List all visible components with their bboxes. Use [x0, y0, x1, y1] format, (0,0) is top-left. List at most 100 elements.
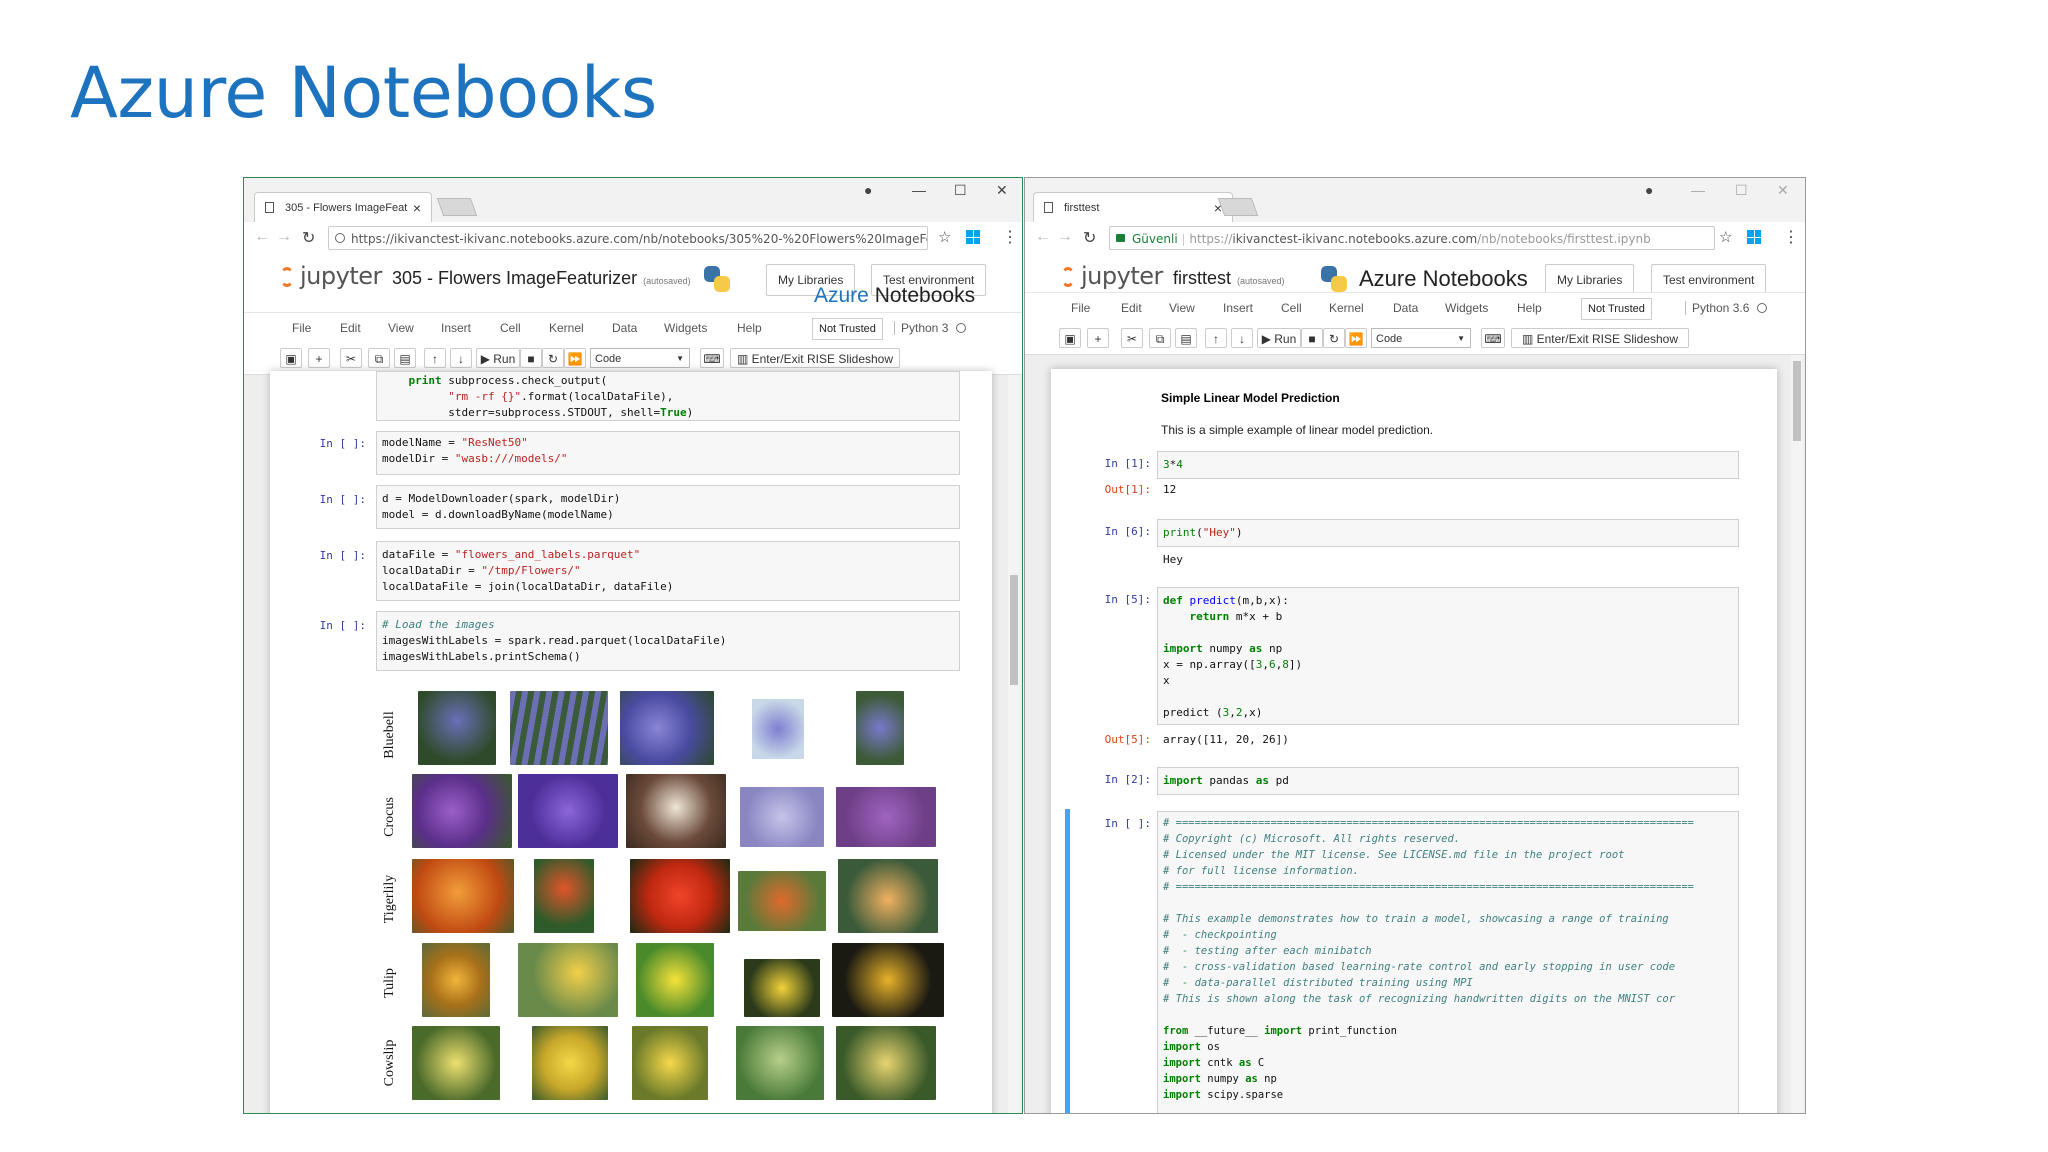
menu-help[interactable]: Help — [737, 321, 762, 335]
browser-tab[interactable]: 305 - Flowers ImageFeat × — [254, 192, 432, 222]
rise-slideshow-button[interactable]: ▥ Enter/Exit RISE Slideshow — [1511, 328, 1689, 348]
scrollbar[interactable] — [1791, 355, 1803, 1113]
menu-insert[interactable]: Insert — [441, 321, 471, 335]
flower-photo — [752, 699, 804, 759]
menu-edit[interactable]: Edit — [340, 321, 361, 335]
stop-icon[interactable]: ■ — [1301, 328, 1323, 348]
menu-data[interactable]: Data — [612, 321, 637, 335]
menu-help[interactable]: Help — [1517, 301, 1542, 315]
new-tab-button[interactable] — [436, 198, 478, 216]
menu-kebab-icon[interactable]: ⋮ — [1002, 227, 1018, 247]
browser-tab[interactable]: firsttest × — [1033, 192, 1233, 222]
jupyter-logo[interactable]: jupyter — [1061, 262, 1163, 290]
not-trusted-badge[interactable]: Not Trusted — [1581, 298, 1652, 320]
restart-icon[interactable]: ↻ — [1323, 328, 1345, 348]
not-trusted-badge[interactable]: Not Trusted — [812, 318, 883, 340]
browser-window-left: 305 - Flowers ImageFeat × ● — ☐ ✕ ← → ↻ … — [243, 177, 1023, 1114]
menu-bar: File Edit View Insert Cell Kernel Data W… — [1025, 292, 1805, 324]
menu-cell[interactable]: Cell — [1281, 301, 1302, 315]
code-cell[interactable] — [1157, 451, 1739, 479]
keyboard-icon[interactable]: ⌨ — [700, 348, 724, 368]
cut-icon[interactable]: ✂ — [1121, 328, 1143, 348]
run-button[interactable]: ▶ Run — [1257, 328, 1301, 348]
stop-icon[interactable]: ■ — [520, 348, 542, 368]
menu-file[interactable]: File — [1071, 301, 1090, 315]
notebook-page: print subprocess.check_output( "rm -rf {… — [270, 371, 992, 1113]
new-tab-button[interactable] — [1217, 198, 1259, 216]
fast-forward-icon[interactable]: ⏩ — [564, 348, 586, 368]
run-button[interactable]: ▶ Run — [476, 348, 520, 368]
windows-extension-icon[interactable] — [1747, 230, 1761, 244]
windows-extension-icon[interactable] — [966, 230, 980, 244]
menu-kernel[interactable]: Kernel — [549, 321, 584, 335]
address-bar[interactable]: Güvenli | https://ikivanctest-ikivanc.no… — [1109, 226, 1715, 250]
bookmark-star-icon[interactable]: ☆ — [1719, 228, 1732, 246]
flower-label-cowslip: Cowslip — [382, 1039, 397, 1087]
forward-icon[interactable]: → — [276, 228, 292, 246]
copy-icon[interactable]: ⧉ — [1149, 328, 1171, 348]
move-down-icon[interactable]: ↓ — [1231, 328, 1253, 348]
account-icon[interactable]: ● — [864, 182, 872, 198]
info-icon — [335, 233, 345, 243]
close-window-icon[interactable]: ✕ — [1777, 182, 1789, 199]
menu-view[interactable]: View — [388, 321, 414, 335]
paste-icon[interactable]: ▤ — [1175, 328, 1197, 348]
rise-slideshow-button[interactable]: ▥ Enter/Exit RISE Slideshow — [730, 348, 900, 368]
jupyter-logo-icon — [280, 267, 294, 287]
paste-icon[interactable]: ▤ — [394, 348, 416, 368]
bookmark-star-icon[interactable]: ☆ — [938, 228, 951, 246]
keyboard-icon[interactable]: ⌨ — [1481, 328, 1505, 348]
menu-cell[interactable]: Cell — [500, 321, 521, 335]
cell-type-select[interactable]: Code ▼ — [590, 348, 690, 368]
scrollbar-thumb[interactable] — [1010, 575, 1018, 685]
copy-icon[interactable]: ⧉ — [368, 348, 390, 368]
document-icon — [1044, 202, 1053, 213]
menu-file[interactable]: File — [292, 321, 311, 335]
forward-icon[interactable]: → — [1057, 228, 1073, 246]
menu-kebab-icon[interactable]: ⋮ — [1783, 227, 1799, 247]
secure-label: Güvenli — [1132, 232, 1178, 246]
python-logo-icon — [704, 266, 730, 292]
move-up-icon[interactable]: ↑ — [424, 348, 446, 368]
minimize-icon[interactable]: — — [1691, 182, 1705, 198]
menu-view[interactable]: View — [1169, 301, 1195, 315]
reload-icon[interactable]: ↻ — [302, 228, 315, 248]
input-prompt: In [ ]: — [319, 619, 366, 632]
account-icon[interactable]: ● — [1645, 182, 1653, 198]
scrollbar[interactable] — [1008, 375, 1020, 1113]
menu-edit[interactable]: Edit — [1121, 301, 1142, 315]
menu-widgets[interactable]: Widgets — [1445, 301, 1488, 315]
notebook-name[interactable]: 305 - Flowers ImageFeaturizer (autosaved) — [392, 268, 691, 289]
maximize-icon[interactable]: ☐ — [1735, 182, 1748, 199]
autosave-status: (autosaved) — [1237, 276, 1285, 286]
scrollbar-thumb[interactable] — [1793, 361, 1801, 441]
save-icon[interactable]: ▣ — [1059, 328, 1081, 348]
menu-kernel[interactable]: Kernel — [1329, 301, 1364, 315]
cut-icon[interactable]: ✂ — [340, 348, 362, 368]
notebook-name[interactable]: firsttest (autosaved) — [1173, 268, 1285, 289]
minimize-icon[interactable]: — — [912, 182, 926, 198]
back-icon[interactable]: ← — [254, 228, 270, 246]
menu-insert[interactable]: Insert — [1223, 301, 1253, 315]
flower-photo — [518, 943, 618, 1017]
flower-photo — [532, 1026, 608, 1100]
back-icon[interactable]: ← — [1035, 228, 1051, 246]
move-down-icon[interactable]: ↓ — [450, 348, 472, 368]
close-tab-icon[interactable]: × — [413, 193, 421, 223]
move-up-icon[interactable]: ↑ — [1205, 328, 1227, 348]
menu-widgets[interactable]: Widgets — [664, 321, 707, 335]
menu-bar: File Edit View Insert Cell Kernel Data W… — [244, 312, 1022, 344]
insert-cell-icon[interactable]: + — [1087, 328, 1109, 348]
restart-icon[interactable]: ↻ — [542, 348, 564, 368]
address-bar[interactable]: https://ikivanctest-ikivanc.notebooks.az… — [328, 226, 928, 250]
code-cell[interactable] — [1157, 519, 1739, 547]
cell-type-select[interactable]: Code ▼ — [1371, 328, 1471, 348]
jupyter-logo[interactable]: jupyter — [280, 262, 382, 290]
save-icon[interactable]: ▣ — [280, 348, 302, 368]
reload-icon[interactable]: ↻ — [1083, 228, 1096, 248]
insert-cell-icon[interactable]: + — [308, 348, 330, 368]
menu-data[interactable]: Data — [1393, 301, 1418, 315]
maximize-icon[interactable]: ☐ — [954, 182, 967, 199]
close-window-icon[interactable]: ✕ — [996, 182, 1008, 199]
fast-forward-icon[interactable]: ⏩ — [1345, 328, 1367, 348]
